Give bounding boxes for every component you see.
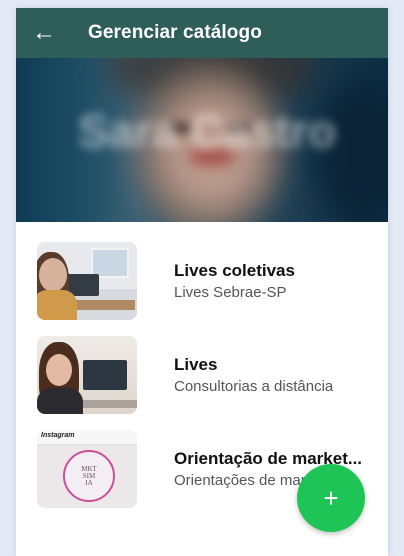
back-button[interactable]: ← bbox=[16, 8, 72, 58]
add-item-button[interactable]: + bbox=[297, 464, 365, 532]
arrow-left-icon: ← bbox=[32, 19, 56, 46]
catalog-item-lives-coletivas[interactable]: Lives coletivas Lives Sebrae-SP bbox=[16, 234, 388, 328]
plus-icon: + bbox=[323, 482, 339, 513]
catalog-item-subtitle: Lives Sebrae-SP bbox=[174, 284, 287, 301]
catalog-item-subtitle: Consultorias a distância bbox=[174, 378, 334, 395]
instagram-label: Instagram bbox=[41, 432, 75, 439]
catalog-item-title: Lives bbox=[174, 355, 218, 374]
catalog-item-thumbnail: Instagram MKT SIM IA bbox=[37, 430, 137, 508]
page-title: Gerenciar catálogo bbox=[88, 22, 262, 43]
catalog-item-title: Lives coletivas bbox=[174, 261, 295, 280]
catalog-cover-image: Sara Castro bbox=[16, 58, 388, 222]
catalog-item-thumbnail bbox=[37, 242, 137, 320]
mkt-logo: MKT SIM IA bbox=[63, 450, 115, 502]
app-bar: ← Gerenciar catálogo bbox=[16, 8, 388, 58]
catalog-item-thumbnail bbox=[37, 336, 137, 414]
catalog-item-lives[interactable]: Lives Consultorias a distância bbox=[16, 328, 388, 422]
cover-blurred-text: Sara Castro bbox=[78, 105, 337, 157]
